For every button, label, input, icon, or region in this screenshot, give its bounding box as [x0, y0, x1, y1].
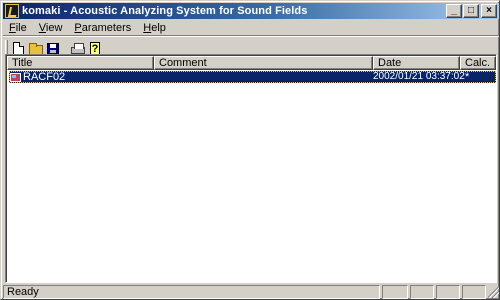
status-pane-1 — [382, 284, 408, 299]
column-header-comment[interactable]: Comment — [154, 56, 373, 70]
maximize-button[interactable]: □ — [463, 4, 479, 18]
app-logo-icon[interactable] — [5, 4, 19, 18]
row-title: RACF02 — [23, 71, 66, 83]
status-pane-3 — [436, 284, 460, 299]
row-date: 2002/01/21 03:37:02 — [373, 71, 465, 82]
document-list[interactable]: Title Comment Date Calc. RACF02 2002/01/… — [5, 54, 497, 283]
menu-parameters[interactable]: Parameters — [68, 21, 137, 35]
resize-grip-icon[interactable] — [487, 286, 499, 298]
document-icon — [10, 72, 21, 82]
minimize-button[interactable]: _ — [446, 4, 462, 18]
menu-view[interactable]: View — [33, 21, 69, 35]
status-bar: Ready — [3, 284, 499, 299]
list-row-selected[interactable]: RACF02 2002/01/21 03:37:02 * — [9, 71, 496, 83]
column-header-date[interactable]: Date — [373, 56, 460, 70]
window-controls: _ □ × — [445, 4, 497, 18]
title-bar[interactable]: komaki - Acoustic Analyzing System for S… — [3, 3, 499, 19]
list-header: Title Comment Date Calc. — [7, 56, 496, 70]
menu-help[interactable]: Help — [137, 21, 172, 35]
menu-file[interactable]: File — [3, 21, 33, 35]
app-window: komaki - Acoustic Analyzing System for S… — [0, 0, 500, 300]
menu-bar: File View Parameters Help — [3, 20, 172, 36]
print-icon — [71, 43, 85, 54]
status-pane-4 — [462, 284, 486, 299]
close-button[interactable]: × — [481, 4, 497, 18]
toolbar-divider — [3, 35, 499, 37]
column-header-calc[interactable]: Calc. — [460, 56, 496, 70]
column-header-title[interactable]: Title — [7, 56, 154, 70]
status-text: Ready — [3, 284, 380, 299]
row-calc: * — [465, 71, 470, 83]
window-title: komaki - Acoustic Analyzing System for S… — [22, 5, 308, 17]
status-pane-2 — [410, 284, 434, 299]
